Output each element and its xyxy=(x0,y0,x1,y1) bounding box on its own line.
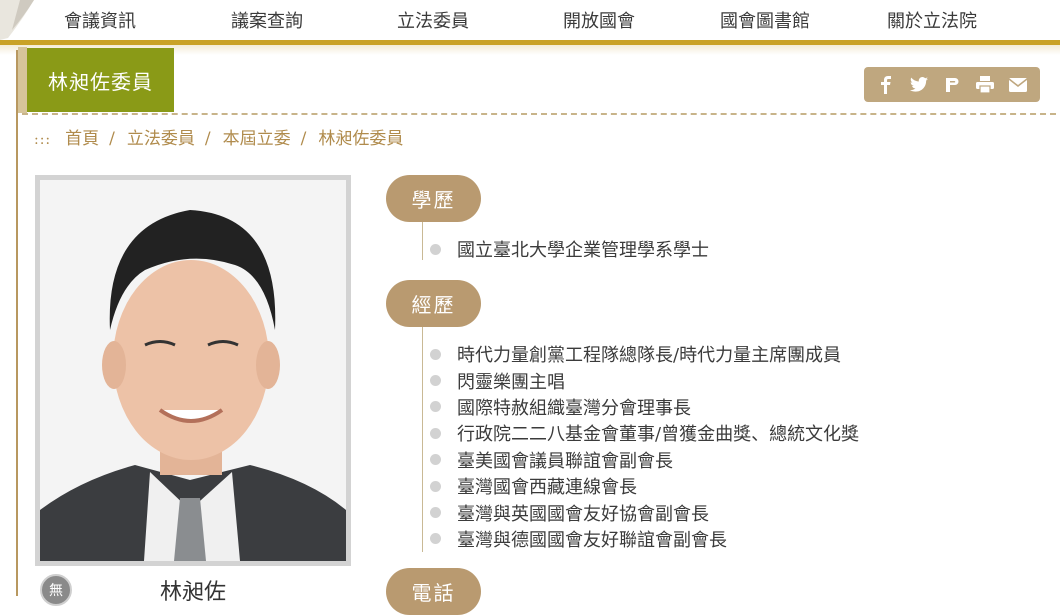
bullet-dot xyxy=(430,480,441,492)
bullet-dot xyxy=(430,375,441,387)
nav-item-bill-search[interactable]: 議案查詢 xyxy=(231,7,303,33)
plurk-icon[interactable] xyxy=(940,73,964,97)
mail-icon[interactable] xyxy=(1006,73,1030,97)
site-logo[interactable] xyxy=(0,0,40,40)
breadcrumb-marker: ::: xyxy=(34,132,52,148)
print-icon[interactable] xyxy=(973,73,997,97)
title-tab-shadow xyxy=(18,47,27,113)
education-timeline-line xyxy=(422,222,423,260)
page-title: 林昶佐委員 xyxy=(27,48,174,112)
experience-heading: 經歷 xyxy=(386,280,481,327)
experience-item: 臺灣國會西藏連線會長 xyxy=(457,477,637,499)
breadcrumb-separator: / xyxy=(204,129,211,149)
breadcrumb-separator: / xyxy=(300,129,307,149)
breadcrumb-home[interactable]: 首頁 xyxy=(65,129,99,149)
experience-item: 閃靈樂團主唱 xyxy=(457,371,565,393)
experience-item: 行政院二二八基金會董事/曾獲金曲獎、總統文化獎 xyxy=(457,424,860,446)
header-divider xyxy=(22,113,1056,115)
top-nav: 會議資訊 議案查詢 立法委員 開放國會 國會圖書館 關於立法院 xyxy=(0,0,1060,40)
experience-item: 國際特赦組織臺灣分會理事長 xyxy=(457,397,691,419)
nav-item-library[interactable]: 國會圖書館 xyxy=(720,7,810,33)
breadcrumb-separator: / xyxy=(109,129,115,149)
education-list: 國立臺北大學企業管理學系學士 xyxy=(430,236,709,262)
content-frame-border xyxy=(16,50,18,596)
nav-item-open-parliament[interactable]: 開放國會 xyxy=(563,7,635,33)
list-item: 國際特赦組織臺灣分會理事長 xyxy=(430,394,859,420)
experience-list: 時代力量創黨工程隊總隊長/時代力量主席團成員 閃靈樂團主唱 國際特赦組織臺灣分會… xyxy=(430,341,859,552)
breadcrumb: ::: 首頁 / 立法委員 / 本屆立委 / 林昶佐委員 xyxy=(34,124,403,149)
experience-item: 時代力量創黨工程隊總隊長/時代力量主席團成員 xyxy=(457,345,842,367)
facebook-icon[interactable] xyxy=(874,73,898,97)
experience-item: 臺美國會議員聯誼會副會長 xyxy=(457,450,673,472)
bullet-dot xyxy=(430,454,441,466)
share-toolbar xyxy=(864,67,1040,102)
member-name: 林昶佐 xyxy=(160,580,227,605)
bullet-dot xyxy=(430,427,441,439)
member-photo xyxy=(35,175,351,566)
list-item: 時代力量創黨工程隊總隊長/時代力量主席團成員 xyxy=(430,341,859,367)
bullet-dot xyxy=(430,507,441,519)
list-item: 臺灣與德國國會友好聯誼會副會長 xyxy=(430,526,859,552)
education-item: 國立臺北大學企業管理學系學士 xyxy=(457,240,709,262)
breadcrumb-current-page[interactable]: 林昶佐委員 xyxy=(318,129,403,149)
experience-item: 臺灣與德國國會友好聯誼會副會長 xyxy=(457,529,727,551)
bullet-dot xyxy=(430,533,441,545)
nav-item-meeting-info[interactable]: 會議資訊 xyxy=(64,7,136,33)
portrait-image xyxy=(40,180,346,561)
experience-timeline-line xyxy=(422,327,423,552)
experience-item: 臺灣與英國國會友好協會副會長 xyxy=(457,503,709,525)
breadcrumb-current-term[interactable]: 本屆立委 xyxy=(223,129,291,149)
list-item: 臺美國會議員聯誼會副會長 xyxy=(430,447,859,473)
education-heading: 學歷 xyxy=(386,175,481,222)
nav-item-legislators[interactable]: 立法委員 xyxy=(397,7,469,33)
phone-heading: 電話 xyxy=(386,568,481,615)
list-item: 臺灣國會西藏連線會長 xyxy=(430,473,859,499)
twitter-icon[interactable] xyxy=(907,73,931,97)
list-item: 臺灣與英國國會友好協會副會長 xyxy=(430,499,859,525)
bullet-dot xyxy=(430,401,441,413)
list-item: 閃靈樂團主唱 xyxy=(430,367,859,393)
bullet-dot xyxy=(430,348,441,360)
breadcrumb-legislators[interactable]: 立法委員 xyxy=(127,129,195,149)
bullet-dot xyxy=(430,243,441,255)
party-badge: 無 xyxy=(40,574,72,606)
list-item: 行政院二二八基金會董事/曾獲金曲獎、總統文化獎 xyxy=(430,420,859,446)
list-item: 國立臺北大學企業管理學系學士 xyxy=(430,236,709,262)
nav-item-about[interactable]: 關於立法院 xyxy=(887,7,977,33)
